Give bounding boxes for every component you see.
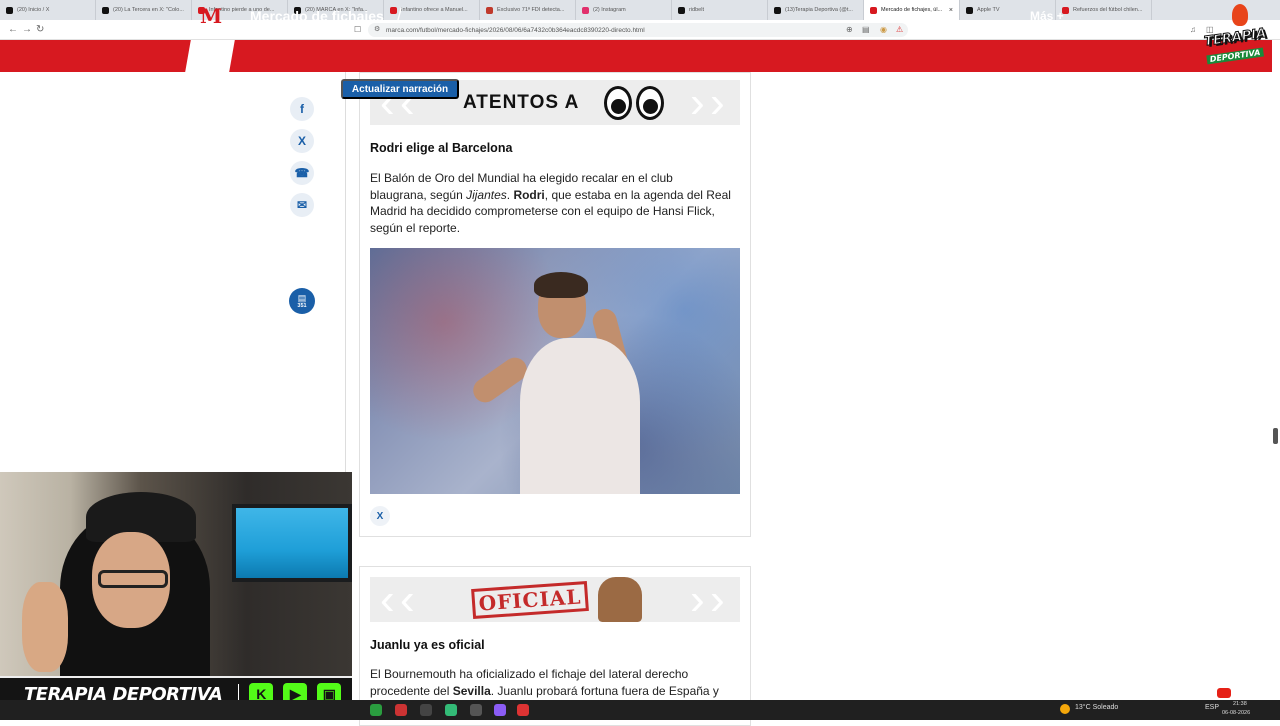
- browser-tab[interactable]: Mercado de fichajes, úl... ×: [864, 0, 960, 20]
- body-text-segment: Jijantes: [466, 187, 507, 202]
- url-text: marca.com/futbol/mercado-fichajes/2026/0…: [386, 26, 645, 34]
- browser-tab[interactable]: (13)Terapia Deportiva (@t...: [768, 0, 864, 20]
- body-text-segment: . Juanlu probará fortuna fuera de España…: [490, 683, 719, 698]
- comments-button[interactable]: ▤ 351: [289, 288, 315, 314]
- reload-icon[interactable]: ↻: [36, 24, 44, 35]
- app-icon[interactable]: [494, 704, 506, 716]
- zoom-icon[interactable]: ⊕: [846, 25, 853, 34]
- comment-icon: ▤: [297, 292, 307, 303]
- tab-favicon-icon: [870, 6, 877, 14]
- app-icon[interactable]: [517, 704, 529, 716]
- language-indicator[interactable]: ESP: [1205, 704, 1219, 711]
- forward-icon[interactable]: →: [22, 24, 32, 35]
- browser-tab[interactable]: Refuerzos del fútbol chilen...: [1056, 0, 1152, 20]
- sun-icon: [1060, 704, 1070, 714]
- tab-title: Infantino ofrece a Manuel...: [401, 7, 468, 13]
- url-field[interactable]: ⚙ marca.com/futbol/mercado-fichajes/2026…: [368, 23, 908, 37]
- tab-favicon-icon: [774, 6, 781, 14]
- tab-favicon-icon: [486, 6, 493, 14]
- streamer-badge: TERAPIA DEPORTIVA: [1203, 25, 1272, 76]
- address-bar: ← → ↻ ☐ ⚙ marca.com/futbol/mercado-ficha…: [0, 20, 1280, 40]
- clock-date[interactable]: 06-08-2026: [1222, 710, 1250, 716]
- reader-icon[interactable]: ▤: [862, 25, 870, 34]
- bookmark-icon[interactable]: ☐: [354, 25, 361, 34]
- site-header: [0, 40, 1272, 72]
- email-share-icon[interactable]: ✉: [290, 193, 314, 217]
- tab-title: (20) Inicio / X: [17, 7, 50, 13]
- tab-title: Refuerzos del fútbol chilen...: [1073, 7, 1143, 13]
- tab-title: (2) Instagram: [593, 7, 626, 13]
- app-icon[interactable]: [395, 704, 407, 716]
- tab-favicon-icon: [390, 6, 397, 14]
- site-info-icon[interactable]: ⚙: [374, 25, 380, 33]
- badge-line2: DEPORTIVA: [1206, 47, 1264, 65]
- tab-favicon-icon: [966, 6, 973, 14]
- title-slash: /: [397, 5, 403, 25]
- browser-tab[interactable]: (20) La Tercera en X: "Colo...: [96, 0, 192, 20]
- media-icon[interactable]: ♫: [1190, 25, 1196, 34]
- entry-body: El Balón de Oro del Mundial ha elegido r…: [370, 170, 732, 236]
- entry-headline: Rodri elige al Barcelona: [370, 141, 513, 155]
- browser-tab[interactable]: ridbelt: [672, 0, 768, 20]
- browser-tab[interactable]: (2) Instagram: [576, 0, 672, 20]
- whatsapp-share-icon[interactable]: ☎: [290, 161, 314, 185]
- tab-title: Apple TV: [977, 7, 1000, 13]
- warning-icon[interactable]: ⚠: [896, 25, 903, 34]
- tab-favicon-icon: [582, 6, 589, 14]
- scrollbar-thumb[interactable]: [1273, 428, 1278, 444]
- tab-favicon-icon: [678, 6, 685, 14]
- eyes-icon: [604, 86, 666, 122]
- youtube-icon: [1217, 688, 1231, 698]
- tv-screen: [236, 508, 348, 578]
- update-narration-button[interactable]: Actualizar narración: [341, 79, 459, 99]
- body-text-segment: Sevilla: [452, 683, 491, 698]
- chrome-icon[interactable]: [370, 704, 382, 716]
- player-photo: [370, 248, 740, 494]
- tab-title: Mercado de fichajes, úl...: [881, 7, 943, 13]
- weather-text[interactable]: 13°C Soleado: [1075, 704, 1118, 711]
- tab-favicon-icon: [102, 6, 109, 14]
- facebook-share-icon[interactable]: f: [290, 97, 314, 121]
- entry-body: El Bournemouth ha oficializado el fichaj…: [370, 666, 732, 699]
- browser-tab[interactable]: (20) Inicio / X: [0, 0, 96, 20]
- browser-tab[interactable]: Exclusivo 71ª FDI detecta...: [480, 0, 576, 20]
- x-share-icon[interactable]: X: [290, 129, 314, 153]
- extension-icon[interactable]: ◉: [880, 25, 887, 34]
- app-icon[interactable]: [420, 704, 432, 716]
- tab-title: ridbelt: [689, 7, 704, 13]
- site-logo[interactable]: M: [200, 4, 222, 28]
- tab-favicon-icon: [6, 6, 13, 14]
- close-tab-icon[interactable]: ×: [949, 7, 953, 14]
- tab-title: (20) La Tercera en X: "Colo...: [113, 7, 184, 13]
- more-menu-button[interactable]: Más +: [1030, 9, 1064, 23]
- tab-title: (13)Terapia Deportiva (@t...: [785, 7, 853, 13]
- app-icon[interactable]: [445, 704, 457, 716]
- comments-count: 351: [297, 302, 307, 309]
- logo-background: [185, 40, 235, 72]
- clock-time[interactable]: 21:38: [1233, 701, 1247, 707]
- content-divider: [345, 72, 346, 472]
- back-icon[interactable]: ←: [8, 24, 18, 35]
- body-text-segment: Rodri: [513, 187, 545, 202]
- banner-title: ATENTOS A: [463, 92, 580, 113]
- tab-title: Exclusivo 71ª FDI detecta...: [497, 7, 565, 13]
- x-embed-icon[interactable]: X: [370, 506, 390, 526]
- webcam-overlay: [0, 472, 352, 678]
- taskbar: 13°C Soleado ESP 21:38 06-08-2026: [0, 700, 1280, 720]
- browser-tab-strip: (20) Inicio / X (20) La Tercera en X: "Co…: [0, 0, 1280, 20]
- entry-headline: Juanlu ya es oficial: [370, 638, 485, 652]
- flame-icon: [1232, 4, 1248, 26]
- app-icon[interactable]: [470, 704, 482, 716]
- stamp-icon: [598, 577, 642, 622]
- section-title[interactable]: Mercado de fichajes: [250, 8, 384, 24]
